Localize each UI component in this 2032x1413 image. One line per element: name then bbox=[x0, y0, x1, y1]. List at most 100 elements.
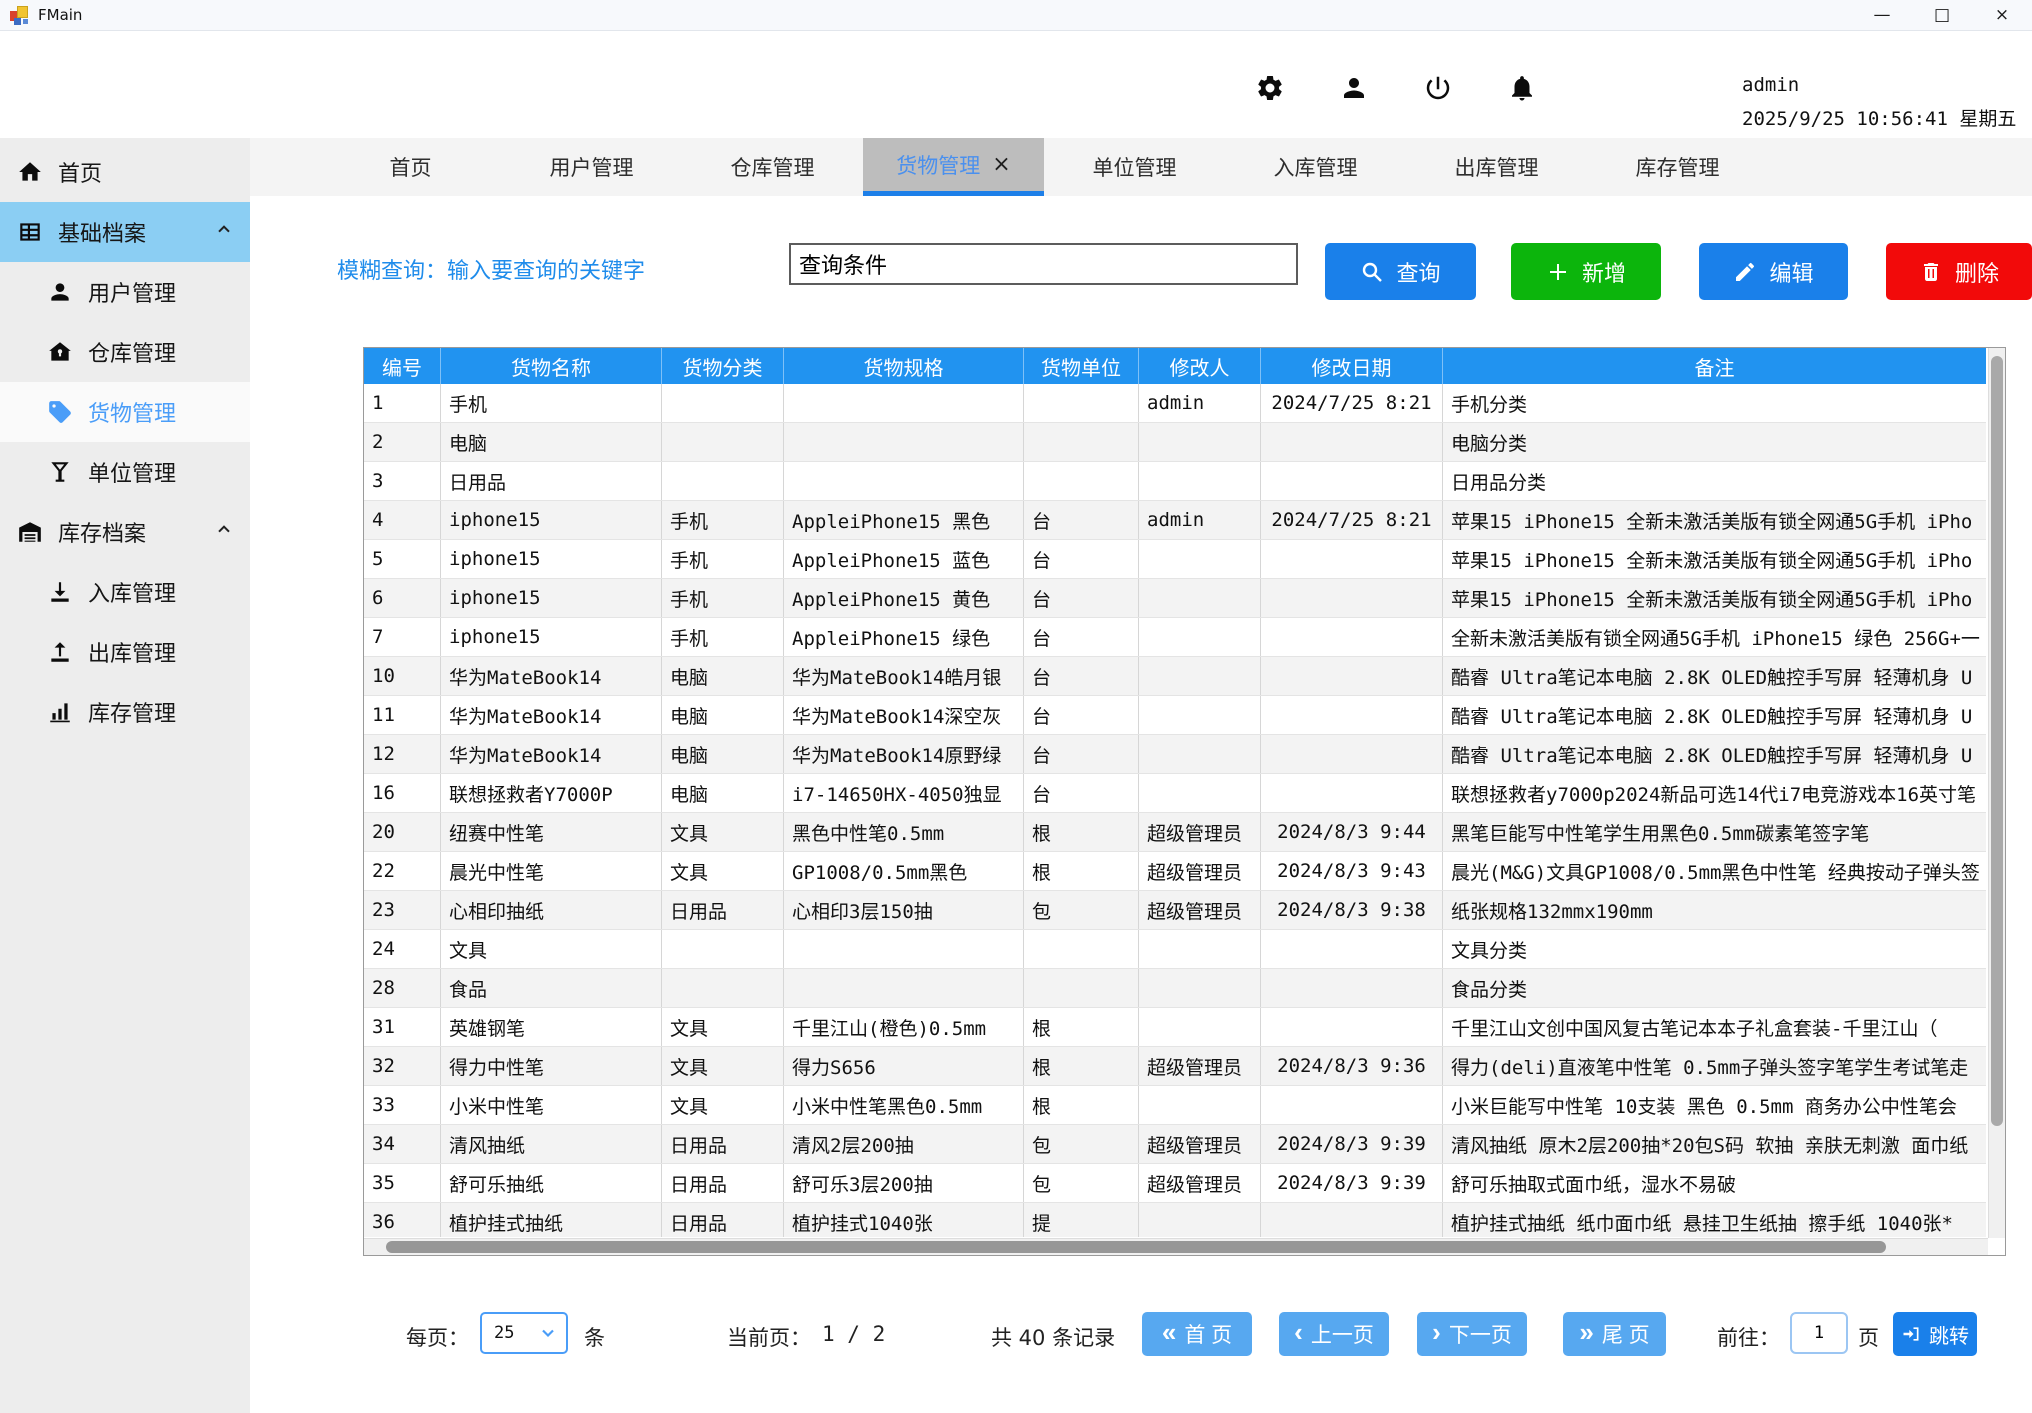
table-row[interactable]: 7iphone15手机AppleiPhone15 绿色台全新未激活美版有锁全网通… bbox=[364, 618, 1986, 657]
prev-page-button[interactable]: ‹ 上一页 bbox=[1279, 1312, 1389, 1356]
table-cell: 日用品 bbox=[662, 891, 784, 929]
table-row[interactable]: 6iphone15手机AppleiPhone15 黄色台苹果15 iPhone1… bbox=[364, 579, 1986, 618]
table-cell bbox=[1139, 696, 1261, 734]
search-input[interactable] bbox=[789, 243, 1298, 285]
sidebar-item-inbound-mgmt[interactable]: 入库管理 bbox=[0, 562, 250, 622]
table-cell: 台 bbox=[1024, 579, 1139, 617]
column-header[interactable]: 货物规格 bbox=[784, 348, 1024, 384]
gear-icon[interactable] bbox=[1252, 70, 1288, 106]
table-cell: 23 bbox=[364, 891, 441, 929]
table-row[interactable]: 32得力中性笔文具得力S656根超级管理员2024/8/3 9:36得力(del… bbox=[364, 1047, 1986, 1086]
column-header[interactable]: 货物名称 bbox=[441, 348, 662, 384]
edit-button[interactable]: 编辑 bbox=[1699, 243, 1848, 300]
table-cell: 28 bbox=[364, 969, 441, 1007]
table-row[interactable]: 12华为MateBook14电脑华为MateBook14原野绿台酷睿 Ultra… bbox=[364, 735, 1986, 774]
close-button[interactable]: × bbox=[1972, 0, 2032, 31]
table-row[interactable]: 16联想拯救者Y7000P电脑i7-14650HX-4050独显台联想拯救者y7… bbox=[364, 774, 1986, 813]
bell-icon[interactable] bbox=[1504, 70, 1540, 106]
goto-page-input[interactable] bbox=[1790, 1312, 1848, 1354]
close-icon[interactable]: × bbox=[992, 154, 1010, 176]
tab-stock-mgmt[interactable]: 库存管理 bbox=[1587, 138, 1768, 196]
table-row[interactable]: 10华为MateBook14电脑华为MateBook14皓月银台酷睿 Ultra… bbox=[364, 657, 1986, 696]
table-cell: 清风抽纸 bbox=[441, 1125, 662, 1163]
per-page-select[interactable]: 25 bbox=[480, 1312, 568, 1354]
table-row[interactable]: 5iphone15手机AppleiPhone15 蓝色台苹果15 iPhone1… bbox=[364, 540, 1986, 579]
table-row[interactable]: 35舒可乐抽纸日用品舒可乐3层200抽包超级管理员2024/8/3 9:39舒可… bbox=[364, 1164, 1986, 1203]
sidebar-item-stock-mgmt[interactable]: 库存管理 bbox=[0, 682, 250, 742]
sidebar-item-unit-mgmt[interactable]: 单位管理 bbox=[0, 442, 250, 502]
column-header[interactable]: 修改日期 bbox=[1261, 348, 1443, 384]
table-cell bbox=[662, 423, 784, 461]
table-row[interactable]: 34清风抽纸日用品清风2层200抽包超级管理员2024/8/3 9:39清风抽纸… bbox=[364, 1125, 1986, 1164]
per-page-suffix: 条 bbox=[584, 1322, 605, 1352]
chart-icon bbox=[47, 699, 73, 725]
minimize-button[interactable]: — bbox=[1852, 0, 1912, 31]
table-cell: 电脑分类 bbox=[1443, 423, 1986, 461]
table-row[interactable]: 20纽赛中性笔文具黑色中性笔0.5mm根超级管理员2024/8/3 9:44黑笔… bbox=[364, 813, 1986, 852]
warehouse-icon bbox=[47, 339, 73, 365]
sidebar-item-warehouse-mgmt[interactable]: 仓库管理 bbox=[0, 322, 250, 382]
table-cell: 联想拯救者y7000p2024新品可选14代i7电竞游戏本16英寸笔 bbox=[1443, 774, 1986, 812]
table-row[interactable]: 24文具文具分类 bbox=[364, 930, 1986, 969]
table-row[interactable]: 36植护挂式抽纸日用品植护挂式1040张提植护挂式抽纸 纸巾面巾纸 悬挂卫生纸抽… bbox=[364, 1203, 1986, 1237]
table-row[interactable]: 31英雄钢笔文具千里江山(橙色)0.5mm根千里江山文创中国风复古笔记本本子礼盒… bbox=[364, 1008, 1986, 1047]
tab-goods-mgmt[interactable]: 货物管理 × bbox=[863, 138, 1044, 196]
delete-button[interactable]: 删除 bbox=[1886, 243, 2032, 300]
first-page-button[interactable]: « 首 页 bbox=[1142, 1312, 1252, 1356]
add-button[interactable]: 新增 bbox=[1511, 243, 1661, 300]
table-cell bbox=[784, 462, 1024, 500]
horizontal-scrollbar[interactable] bbox=[364, 1238, 1988, 1255]
chevron-up-icon bbox=[214, 220, 234, 244]
table-cell: 千里江山(橙色)0.5mm bbox=[784, 1008, 1024, 1046]
table-cell: AppleiPhone15 绿色 bbox=[784, 618, 1024, 656]
table-cell: admin bbox=[1139, 501, 1261, 539]
table-cell: 手机 bbox=[662, 501, 784, 539]
sidebar-group-stock-archives[interactable]: 库存档案 bbox=[0, 502, 250, 562]
jump-button[interactable]: 跳转 bbox=[1893, 1312, 1977, 1356]
table-cell bbox=[1261, 1203, 1443, 1237]
next-page-button[interactable]: › 下一页 bbox=[1417, 1312, 1527, 1356]
table-cell: 晨光中性笔 bbox=[441, 852, 662, 890]
query-button[interactable]: 查询 bbox=[1325, 243, 1476, 300]
table-cell bbox=[784, 930, 1024, 968]
table-cell bbox=[1139, 1086, 1261, 1124]
vertical-scrollbar[interactable] bbox=[1988, 348, 2005, 1238]
table-cell: 2 bbox=[364, 423, 441, 461]
tab-unit-mgmt[interactable]: 单位管理 bbox=[1044, 138, 1225, 196]
sidebar-item-user-mgmt[interactable]: 用户管理 bbox=[0, 262, 250, 322]
table-cell: AppleiPhone15 黄色 bbox=[784, 579, 1024, 617]
tab-outbound-mgmt[interactable]: 出库管理 bbox=[1406, 138, 1587, 196]
table-row[interactable]: 33小米中性笔文具小米中性笔黑色0.5mm根小米巨能写中性笔 10支装 黑色 0… bbox=[364, 1086, 1986, 1125]
tab-warehouse-mgmt[interactable]: 仓库管理 bbox=[682, 138, 863, 196]
tab-inbound-mgmt[interactable]: 入库管理 bbox=[1225, 138, 1406, 196]
table-cell: 日用品 bbox=[662, 1164, 784, 1202]
column-header[interactable]: 货物分类 bbox=[662, 348, 784, 384]
vertical-scrollbar-thumb[interactable] bbox=[1991, 356, 2003, 1126]
table-row[interactable]: 4iphone15手机AppleiPhone15 黑色台admin2024/7/… bbox=[364, 501, 1986, 540]
horizontal-scrollbar-thumb[interactable] bbox=[386, 1241, 1886, 1253]
sidebar-item-outbound-mgmt[interactable]: 出库管理 bbox=[0, 622, 250, 682]
column-header[interactable]: 备注 bbox=[1443, 348, 1986, 384]
tab-user-mgmt[interactable]: 用户管理 bbox=[501, 138, 682, 196]
sidebar-item-goods-mgmt[interactable]: 货物管理 bbox=[0, 382, 250, 442]
sidebar-item-home[interactable]: 首页 bbox=[0, 142, 250, 202]
column-header[interactable]: 编号 bbox=[364, 348, 441, 384]
table-row[interactable]: 11华为MateBook14电脑华为MateBook14深空灰台酷睿 Ultra… bbox=[364, 696, 1986, 735]
tab-home[interactable]: 首页 bbox=[320, 138, 501, 196]
table-row[interactable]: 28食品食品分类 bbox=[364, 969, 1986, 1008]
power-icon[interactable] bbox=[1420, 70, 1456, 106]
table-row[interactable]: 23心相印抽纸日用品心相印3层150抽包超级管理员2024/8/3 9:38纸张… bbox=[364, 891, 1986, 930]
user-icon[interactable] bbox=[1336, 70, 1372, 106]
column-header[interactable]: 货物单位 bbox=[1024, 348, 1139, 384]
table-row[interactable]: 1手机admin2024/7/25 8:21手机分类 bbox=[364, 384, 1986, 423]
table-row[interactable]: 2电脑电脑分类 bbox=[364, 423, 1986, 462]
last-page-button[interactable]: » 尾 页 bbox=[1563, 1312, 1666, 1356]
table-cell: 英雄钢笔 bbox=[441, 1008, 662, 1046]
maximize-button[interactable]: □ bbox=[1912, 0, 1972, 31]
column-header[interactable]: 修改人 bbox=[1139, 348, 1261, 384]
table-row[interactable]: 22晨光中性笔文具GP1008/0.5mm黑色根超级管理员2024/8/3 9:… bbox=[364, 852, 1986, 891]
table-cell bbox=[1139, 930, 1261, 968]
sidebar-group-basic-archives[interactable]: 基础档案 bbox=[0, 202, 250, 262]
table-cell: 日用品 bbox=[662, 1203, 784, 1237]
table-row[interactable]: 3日用品日用品分类 bbox=[364, 462, 1986, 501]
